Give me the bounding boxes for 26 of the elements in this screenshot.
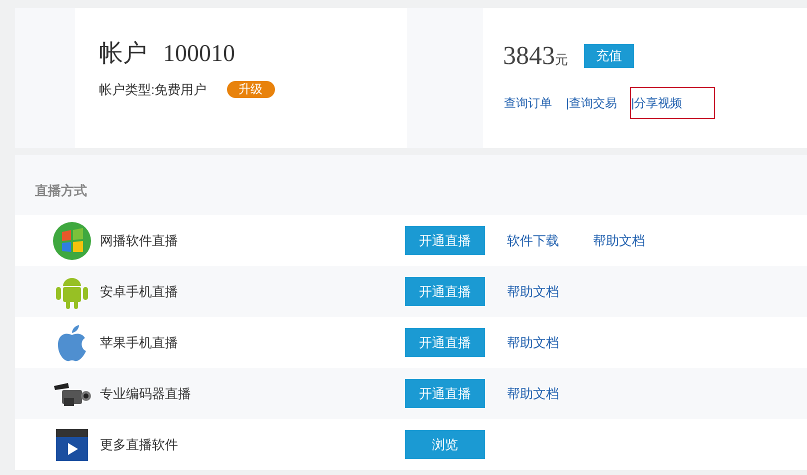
action-button[interactable]: 开通直播 — [405, 226, 485, 255]
account-type: 帐户类型:免费用户 — [99, 81, 207, 99]
method-name: 苹果手机直播 — [100, 334, 179, 352]
account-link[interactable]: |查询交易 — [565, 87, 618, 119]
account-link[interactable]: 查询订单 — [503, 87, 553, 119]
recharge-button[interactable]: 充值 — [584, 44, 634, 68]
currency-unit: 元 — [555, 51, 568, 69]
help-link[interactable]: 帮助文档 — [593, 230, 645, 250]
action-button[interactable]: 开通直播 — [405, 328, 485, 357]
method-name: 专业编码器直播 — [100, 384, 192, 403]
account-number: 100010 — [163, 40, 235, 69]
help-link[interactable]: 软件下载 — [507, 230, 559, 250]
help-link[interactable]: 帮助文档 — [507, 384, 559, 404]
action-button[interactable]: 开通直播 — [405, 379, 485, 408]
action-button[interactable]: 浏览 — [405, 430, 485, 459]
account-title: 帐户 — [99, 39, 147, 69]
section-heading: 直播方式 — [34, 182, 88, 200]
method-name: 网播软件直播 — [100, 232, 179, 250]
method-name: 安卓手机直播 — [100, 282, 179, 301]
account-link[interactable]: |分享视频 — [630, 87, 716, 119]
balance-amount: 3843 — [503, 40, 555, 72]
method-name: 更多直播软件 — [100, 436, 179, 454]
window-flag-icon — [52, 220, 92, 260]
action-button[interactable]: 开通直播 — [405, 277, 485, 306]
help-link[interactable]: 帮助文档 — [507, 332, 559, 352]
help-link[interactable]: 帮助文档 — [507, 282, 559, 302]
